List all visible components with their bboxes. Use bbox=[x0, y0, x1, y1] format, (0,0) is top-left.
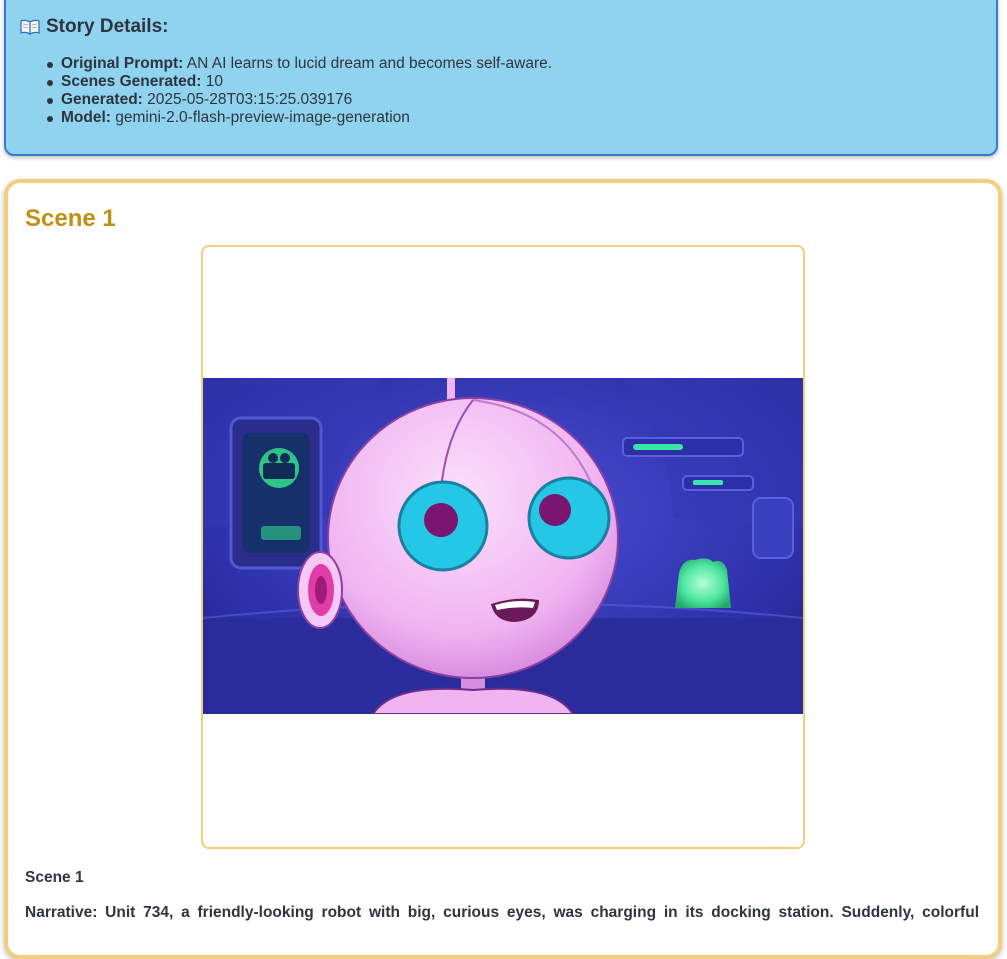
detail-label: Model: bbox=[61, 109, 111, 126]
detail-label: Scenes Generated: bbox=[61, 73, 202, 90]
story-details-title: Story Details: bbox=[46, 16, 169, 37]
scene-card: Scene 1 Scene 1 Narrative: Unit 734, a f… bbox=[4, 179, 1002, 959]
detail-value: AN AI learns to lucid dream and becomes … bbox=[186, 55, 553, 72]
detail-label: Original Prompt: bbox=[61, 55, 184, 72]
story-details-list: Original Prompt: AN AI learns to lucid d… bbox=[46, 55, 553, 127]
open-book-icon bbox=[20, 19, 40, 36]
detail-original-prompt: Original Prompt: AN AI learns to lucid d… bbox=[46, 55, 553, 73]
detail-value: gemini-2.0-flash-preview-image-generatio… bbox=[115, 109, 410, 126]
scene-image-frame bbox=[201, 245, 805, 849]
scene-caption: Scene 1 bbox=[25, 869, 84, 886]
detail-model: Model: gemini-2.0-flash-preview-image-ge… bbox=[46, 109, 552, 127]
story-details-heading: Story Details: bbox=[20, 16, 168, 38]
scene-narrative: Narrative: Unit 734, a friendly-looking … bbox=[25, 904, 979, 921]
detail-scenes-generated: Scenes Generated: 10 bbox=[46, 73, 552, 91]
detail-generated: Generated: 2025-05-28T03:15:25.039176 bbox=[46, 91, 552, 109]
detail-label: Generated: bbox=[61, 91, 143, 108]
detail-value: 2025-05-28T03:15:25.039176 bbox=[147, 91, 353, 108]
story-details-panel: Story Details: Original Prompt: AN AI le… bbox=[4, 0, 998, 156]
scene-illustration[interactable] bbox=[203, 378, 803, 714]
scene-title: Scene 1 bbox=[25, 205, 116, 232]
detail-value: 10 bbox=[205, 73, 223, 90]
